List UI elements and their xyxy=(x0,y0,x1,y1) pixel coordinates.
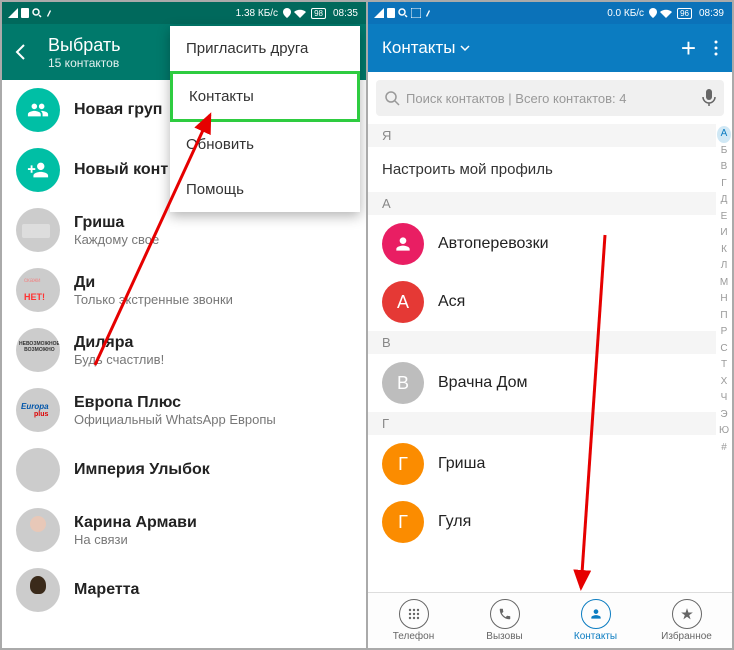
clock: 08:39 xyxy=(699,8,724,19)
avatar xyxy=(16,208,60,252)
wifi-icon xyxy=(294,9,306,18)
header-subtitle: 15 контактов xyxy=(48,56,121,70)
alphabet-index[interactable]: А Б В Г Д Е И К Л М Н П Р С Т Х Ч Э Ю # xyxy=(716,124,732,592)
battery-pct: 96 xyxy=(677,8,692,19)
broom-icon xyxy=(424,8,434,18)
search-bar[interactable]: Поиск контактов | Всего контактов: 4 xyxy=(368,72,732,124)
search-sb-icon xyxy=(32,8,42,18)
avatar: Г xyxy=(382,443,424,485)
list-item[interactable]: Европа ПлюсОфициальный WhatsApp Европы xyxy=(2,380,366,440)
list-item[interactable]: ДиТолько экстренные звонки xyxy=(2,260,366,320)
avatar: Г xyxy=(382,501,424,543)
avatar xyxy=(16,448,60,492)
avatar xyxy=(16,508,60,552)
status-bar: 0.0 КБ/с 96 08:39 xyxy=(368,2,732,24)
contact-row[interactable]: Автоперевозки xyxy=(368,215,716,273)
list-item[interactable]: Империя Улыбок xyxy=(2,440,366,500)
back-icon[interactable] xyxy=(12,42,32,62)
setup-profile[interactable]: Настроить мой профиль xyxy=(368,147,716,192)
data-rate: 0.0 КБ/с xyxy=(607,8,644,19)
section-me: Я xyxy=(368,124,716,147)
group-icon xyxy=(16,88,60,132)
header-title-dropdown[interactable]: Контакты xyxy=(382,38,681,58)
wifi-icon xyxy=(660,9,672,18)
contacts-scroll[interactable]: Я Настроить мой профиль А Автоперевозки … xyxy=(368,124,716,592)
avatar: А xyxy=(382,281,424,323)
contacts-header: Контакты + xyxy=(368,24,732,72)
contact-row[interactable]: А Ася xyxy=(368,273,716,331)
clock: 08:35 xyxy=(333,8,358,19)
dialpad-icon xyxy=(399,599,429,629)
section-letter: Г xyxy=(368,412,716,435)
header-title: Выбрать xyxy=(48,35,121,56)
status-bar: 1.38 КБ/с 98 08:35 xyxy=(2,2,366,24)
contacts-screen: 0.0 КБ/с 96 08:39 Контакты + Поиск конта… xyxy=(368,2,732,648)
add-contact-icon xyxy=(16,148,60,192)
person-icon xyxy=(581,599,611,629)
search-icon xyxy=(384,90,400,106)
nav-calls[interactable]: Вызовы xyxy=(459,593,550,648)
sim-icon xyxy=(387,8,395,18)
nav-favorites[interactable]: Избранное xyxy=(641,593,732,648)
contact-row[interactable]: Г Гуля xyxy=(368,493,716,551)
sim-icon xyxy=(21,8,29,18)
search-placeholder: Поиск контактов | Всего контактов: 4 xyxy=(406,91,627,106)
avatar xyxy=(16,268,60,312)
star-icon xyxy=(672,599,702,629)
chevron-down-icon xyxy=(459,42,471,54)
mic-icon[interactable] xyxy=(702,89,716,107)
section-letter: В xyxy=(368,331,716,354)
avatar xyxy=(382,223,424,265)
avatar xyxy=(16,328,60,372)
avatar xyxy=(16,388,60,432)
contact-row[interactable]: В Врачна Дом xyxy=(368,354,716,412)
signal-icon xyxy=(8,8,18,18)
broom-icon xyxy=(45,8,55,18)
menu-invite[interactable]: Пригласить друга xyxy=(170,26,360,71)
phone-icon xyxy=(490,599,520,629)
menu-contacts[interactable]: Контакты xyxy=(170,71,360,122)
nav-contacts[interactable]: Контакты xyxy=(550,593,641,648)
more-icon[interactable] xyxy=(714,40,718,56)
location-icon xyxy=(649,8,657,18)
overflow-menu: Пригласить друга Контакты Обновить Помощ… xyxy=(170,26,360,212)
whatsapp-screen: 1.38 КБ/с 98 08:35 Выбрать 15 контактов … xyxy=(2,2,366,648)
picture-icon xyxy=(411,8,421,18)
avatar: В xyxy=(382,362,424,404)
bottom-nav: Телефон Вызовы Контакты Избранное xyxy=(368,592,732,648)
add-contact-button[interactable]: + xyxy=(681,33,696,64)
battery-pct: 98 xyxy=(311,8,326,19)
search-sb-icon xyxy=(398,8,408,18)
list-item[interactable]: Карина АрмавиНа связи xyxy=(2,500,366,560)
list-item[interactable]: ДиляраБудь счастлив! xyxy=(2,320,366,380)
signal-icon xyxy=(374,8,384,18)
location-icon xyxy=(283,8,291,18)
list-item[interactable]: Маретта xyxy=(2,560,366,620)
nav-phone[interactable]: Телефон xyxy=(368,593,459,648)
contact-row[interactable]: Г Гриша xyxy=(368,435,716,493)
data-rate: 1.38 КБ/с xyxy=(236,8,278,19)
menu-help[interactable]: Помощь xyxy=(170,167,360,212)
menu-refresh[interactable]: Обновить xyxy=(170,122,360,167)
section-letter: А xyxy=(368,192,716,215)
avatar xyxy=(16,568,60,612)
